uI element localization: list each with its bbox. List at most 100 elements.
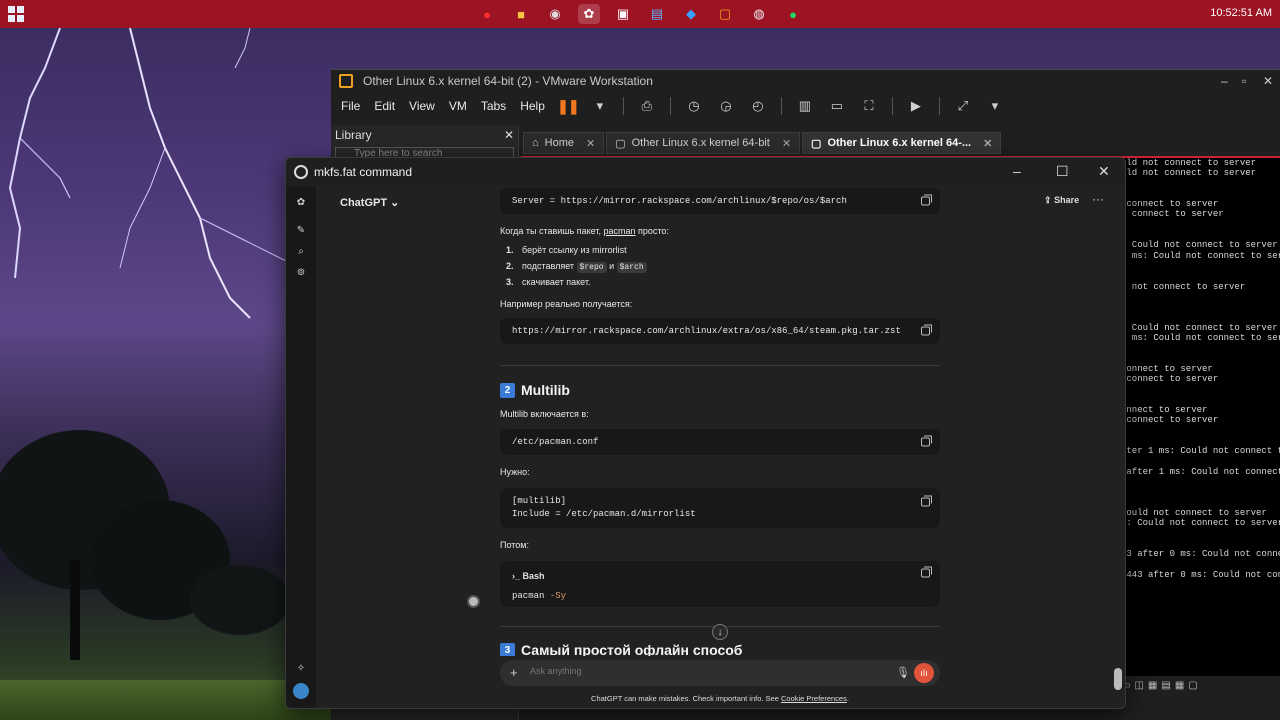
chevron-down-icon: ⌄ (390, 197, 400, 209)
snapshot-manager-icon[interactable]: ◴ (749, 98, 767, 114)
list-number: 3. (506, 277, 514, 287)
tab-home[interactable]: ⌂ Home ✕ (523, 132, 605, 154)
close-tab-icon[interactable]: ✕ (586, 137, 595, 150)
copy-icon[interactable] (921, 566, 932, 578)
code-block: ›_ Bash pacman -Sy (500, 561, 940, 607)
device-icon[interactable]: ▦ (1175, 680, 1184, 691)
chatgpt-window: mkfs.fat command – ☐ ✕ ✿ ✎ ⌕ ⊚ ✧ ChatGPT… (285, 157, 1126, 709)
copy-icon[interactable] (921, 435, 932, 447)
opera-icon[interactable]: ● (476, 4, 498, 24)
vm-icon: ▢ (615, 137, 626, 150)
device-icon[interactable]: ▤ (1161, 680, 1170, 691)
scroll-down-button[interactable]: ↓ (712, 624, 728, 640)
microphone-icon[interactable]: 🎙 (896, 666, 910, 679)
close-tab-icon[interactable]: ✕ (782, 137, 791, 150)
console-line: fter 1 ms: Could not connect to s (1121, 446, 1280, 457)
console-view-icon[interactable]: ▶ (907, 98, 925, 114)
notepad-icon[interactable]: ▤ (646, 4, 668, 24)
copy-icon[interactable] (921, 495, 932, 507)
vmware-titlebar: Other Linux 6.x kernel 64-bit (2) - VMwa… (331, 70, 1280, 92)
close-tab-icon[interactable]: ✕ (983, 137, 992, 150)
avatar[interactable] (293, 683, 309, 699)
start-button[interactable] (8, 6, 24, 22)
cookie-preferences-link[interactable]: Cookie Preferences (781, 694, 847, 703)
tab-vm-2[interactable]: ▢ Other Linux 6.x kernel 64-... ✕ (802, 132, 1002, 154)
menu-tabs[interactable]: Tabs (481, 99, 506, 113)
github-icon[interactable]: ◍ (748, 4, 770, 24)
share-button[interactable]: ⇪ Share (1044, 195, 1079, 206)
vm-icon: ▢ (811, 137, 822, 150)
chatgpt-icon[interactable]: ✿ (578, 4, 600, 24)
code-text: https://mirror.rackspace.com/archlinux/e… (512, 326, 901, 336)
taskbar: ● ■ ◉ ✿ ▣ ▤ ◆ ▢ ◍ ● 10:52:51 AM (0, 0, 1280, 28)
revert-snapshot-icon[interactable]: ◶ (717, 98, 735, 114)
vscode-icon[interactable]: ◆ (680, 4, 702, 24)
minimize-icon[interactable]: – (1221, 74, 1228, 88)
device-icon[interactable]: ▢ (1188, 680, 1197, 691)
maximize-icon[interactable]: ▫ (1242, 74, 1246, 88)
spotify-icon[interactable]: ● (782, 4, 804, 24)
plus-icon[interactable]: + (510, 665, 518, 680)
terminal-icon[interactable]: ▣ (612, 4, 634, 24)
disclaimer-text: ChatGPT can make mistakes. Check importa… (591, 694, 779, 703)
tab-vm-1[interactable]: ▢ Other Linux 6.x kernel 64-bit ✕ (606, 132, 801, 154)
chatgpt-icon-rail: ✿ ✎ ⌕ ⊚ ✧ (286, 186, 316, 708)
chevron-down-icon[interactable]: ▾ (986, 98, 1004, 114)
number-badge: 2 (500, 382, 515, 398)
obs-icon[interactable]: ◉ (544, 4, 566, 24)
console-line: s ms: Could not connect to server (1121, 333, 1280, 344)
section-heading: 2 Multilib (500, 382, 570, 398)
snapshot-icon[interactable]: ◷ (685, 98, 703, 114)
minimize-icon[interactable]: – (1013, 163, 1021, 179)
close-icon[interactable]: ✕ (1263, 74, 1273, 88)
copy-icon[interactable] (921, 324, 932, 336)
pause-icon[interactable]: ❚❚ (557, 98, 579, 114)
voice-mode-button[interactable]: ıIı (914, 663, 934, 683)
new-chat-icon[interactable]: ✎ (295, 224, 307, 236)
copy-icon[interactable] (921, 194, 932, 206)
file-explorer-icon[interactable]: ■ (510, 4, 532, 24)
scrollbar-thumb[interactable] (1114, 668, 1122, 690)
sparkle-icon[interactable]: ✧ (295, 662, 307, 674)
chevron-down-icon[interactable]: ▾ (591, 98, 609, 114)
search-icon[interactable]: ⌕ (295, 245, 307, 257)
toolbar-divider (622, 97, 624, 115)
thumbnail-bar-icon[interactable]: ▭ (828, 98, 846, 114)
prompt-input[interactable] (530, 666, 870, 676)
fullscreen-icon[interactable]: ⛶ (860, 98, 878, 114)
code-text: Include = /etc/pacman.d/mirrorlist (512, 509, 696, 519)
menu-file[interactable]: File (341, 99, 360, 113)
console-line: connect to server (1121, 374, 1219, 385)
stretch-guest-icon[interactable]: ⤢ (954, 98, 972, 114)
command: pacman (512, 591, 545, 601)
device-icon[interactable]: ▦ (1148, 680, 1157, 691)
close-icon[interactable]: ✕ (1098, 163, 1110, 180)
chatgpt-titlebar: mkfs.fat command (286, 158, 1125, 186)
more-options-icon[interactable]: ··· (1092, 192, 1104, 206)
send-ctrl-alt-del-icon[interactable]: ⎙ (638, 98, 656, 114)
chatgpt-header-left: ChatGPT ⌄ (316, 186, 496, 708)
device-icon[interactable]: ◫ (1134, 680, 1143, 691)
model-selector[interactable]: ChatGPT ⌄ (340, 196, 399, 209)
vmware-icon[interactable]: ▢ (714, 4, 736, 24)
menu-view[interactable]: View (409, 99, 435, 113)
menu-help[interactable]: Help (520, 99, 545, 113)
section-heading: 3 Самый простой офлайн способ (500, 642, 742, 656)
openai-logo-icon[interactable]: ✿ (295, 196, 307, 208)
text: pacman (603, 226, 636, 236)
close-library-icon[interactable]: ✕ (504, 128, 514, 142)
menu-vm[interactable]: VM (449, 99, 467, 113)
maximize-icon[interactable]: ☐ (1056, 163, 1069, 180)
paragraph: Нужно: (500, 467, 530, 477)
library-icon[interactable]: ⊚ (295, 266, 307, 278)
sidebar-toggle-icon[interactable]: ▥ (796, 98, 814, 114)
menu-edit[interactable]: Edit (374, 99, 395, 113)
language-text: Bash (522, 571, 545, 581)
console-line: after 1 ms: Could not connect (1121, 466, 1280, 477)
code-chip: $repo (576, 262, 607, 273)
